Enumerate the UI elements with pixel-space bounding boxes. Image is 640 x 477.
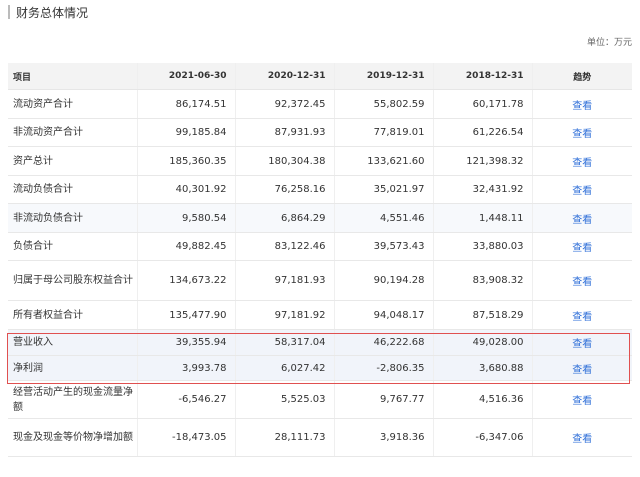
cell-value: 55,802.59 [333,89,433,119]
financial-summary-panel: 财务总体情况 单位：万元 项目 2021-06-30 2020-12-31 20… [0,0,640,477]
view-trend-link[interactable]: 查看 [572,215,592,226]
cell-value: 3,680.88 [432,355,532,381]
row-label: 流动负债合计 [8,175,137,204]
cell-value: 135,477.90 [136,300,235,330]
cell-value: 40,301.92 [136,175,235,204]
cell-value: 90,194.28 [333,260,433,301]
section-title: 财务总体情况 [16,5,89,20]
header-trend: 趋势 [531,63,632,90]
cell-value: -6,347.06 [432,418,532,457]
cell-value: 60,171.78 [432,89,532,119]
header-item: 项目 [8,63,137,90]
header-period-1: 2021-06-30 [136,63,235,90]
cell-value: 121,398.32 [432,146,532,176]
table-row: 经营活动产生的现金流量净额 -6,546.27 5,525.03 9,767.7… [8,380,632,419]
cell-value: 87,518.29 [432,300,532,330]
header-period-3: 2019-12-31 [333,63,433,90]
cell-value: 28,111.73 [234,418,334,457]
view-trend-link[interactable]: 查看 [572,396,592,407]
cell-value: 4,551.46 [333,203,433,233]
cell-value: 6,027.42 [234,355,334,381]
cell-value: 3,918.36 [333,418,433,457]
view-trend-link[interactable]: 查看 [572,243,592,254]
cell-value: 4,516.36 [432,380,532,419]
row-label: 流动资产合计 [8,89,137,119]
row-label: 非流动负债合计 [8,203,137,233]
table-row: 负债合计 49,882.45 83,122.46 39,573.43 33,88… [8,232,632,261]
cell-value: 92,372.45 [234,89,334,119]
cell-value: 83,908.32 [432,260,532,301]
header-period-4: 2018-12-31 [432,63,532,90]
cell-value: 46,222.68 [333,329,433,356]
table-row: 营业收入 39,355.94 58,317.04 46,222.68 49,02… [8,329,632,356]
cell-value: 5,525.03 [234,380,334,419]
cell-value: 49,882.45 [136,232,235,261]
row-label: 归属于母公司股东权益合计 [8,260,137,301]
view-trend-link[interactable]: 查看 [572,277,592,288]
cell-value: 180,304.38 [234,146,334,176]
cell-value: 97,181.93 [234,260,334,301]
view-trend-link[interactable]: 查看 [572,434,592,445]
cell-value: 77,819.01 [333,118,433,147]
cell-value: -6,546.27 [136,380,235,419]
cell-value: 94,048.17 [333,300,433,330]
table-header-row: 项目 2021-06-30 2020-12-31 2019-12-31 2018… [8,63,632,90]
cell-value: 99,185.84 [136,118,235,147]
table-row: 非流动资产合计 99,185.84 87,931.93 77,819.01 61… [8,118,632,147]
table-row: 非流动负债合计 9,580.54 6,864.29 4,551.46 1,448… [8,203,632,233]
view-trend-link[interactable]: 查看 [572,101,592,112]
table-row: 资产总计 185,360.35 180,304.38 133,621.60 12… [8,146,632,176]
cell-value: 133,621.60 [333,146,433,176]
table-row: 净利润 3,993.78 6,027.42 -2,806.35 3,680.88… [8,355,632,381]
row-label: 净利润 [8,355,137,381]
row-label: 资产总计 [8,146,137,176]
cell-value: 9,580.54 [136,203,235,233]
view-trend-link[interactable]: 查看 [572,129,592,140]
table-row: 流动资产合计 86,174.51 92,372.45 55,802.59 60,… [8,89,632,119]
table-row: 归属于母公司股东权益合计 134,673.22 97,181.93 90,194… [8,260,632,301]
cell-value: 76,258.16 [234,175,334,204]
cell-value: 33,880.03 [432,232,532,261]
cell-value: 1,448.11 [432,203,532,233]
cell-value: 87,931.93 [234,118,334,147]
section-header: 财务总体情况 [8,4,88,20]
header-period-2: 2020-12-31 [234,63,334,90]
row-label: 负债合计 [8,232,137,261]
view-trend-link[interactable]: 查看 [572,186,592,197]
cell-value: 9,767.77 [333,380,433,419]
cell-value: 39,355.94 [136,329,235,356]
cell-value: 58,317.04 [234,329,334,356]
cell-value: 49,028.00 [432,329,532,356]
cell-value: 35,021.97 [333,175,433,204]
table-row: 所有者权益合计 135,477.90 97,181.92 94,048.17 8… [8,300,632,330]
cell-value: 83,122.46 [234,232,334,261]
cell-value: -2,806.35 [333,355,433,381]
title-accent-bar [8,5,10,19]
cell-value: 3,993.78 [136,355,235,381]
view-trend-link[interactable]: 查看 [572,158,592,169]
row-label: 经营活动产生的现金流量净额 [8,380,137,419]
cell-value: 86,174.51 [136,89,235,119]
cell-value: 97,181.92 [234,300,334,330]
cell-value: 185,360.35 [136,146,235,176]
cell-value: -18,473.05 [136,418,235,457]
view-trend-link[interactable]: 查看 [572,365,592,376]
financial-table: 项目 2021-06-30 2020-12-31 2019-12-31 2018… [8,63,632,457]
cell-value: 61,226.54 [432,118,532,147]
row-label: 非流动资产合计 [8,118,137,147]
table-row: 现金及现金等价物净增加额 -18,473.05 28,111.73 3,918.… [8,418,632,457]
view-trend-link[interactable]: 查看 [572,339,592,350]
table-row: 流动负债合计 40,301.92 76,258.16 35,021.97 32,… [8,175,632,204]
cell-value: 6,864.29 [234,203,334,233]
cell-value: 32,431.92 [432,175,532,204]
row-label: 营业收入 [8,329,137,356]
view-trend-link[interactable]: 查看 [572,312,592,323]
cell-value: 134,673.22 [136,260,235,301]
unit-label: 单位：万元 [586,38,632,48]
row-label: 所有者权益合计 [8,300,137,330]
cell-value: 39,573.43 [333,232,433,261]
row-label: 现金及现金等价物净增加额 [8,418,137,457]
